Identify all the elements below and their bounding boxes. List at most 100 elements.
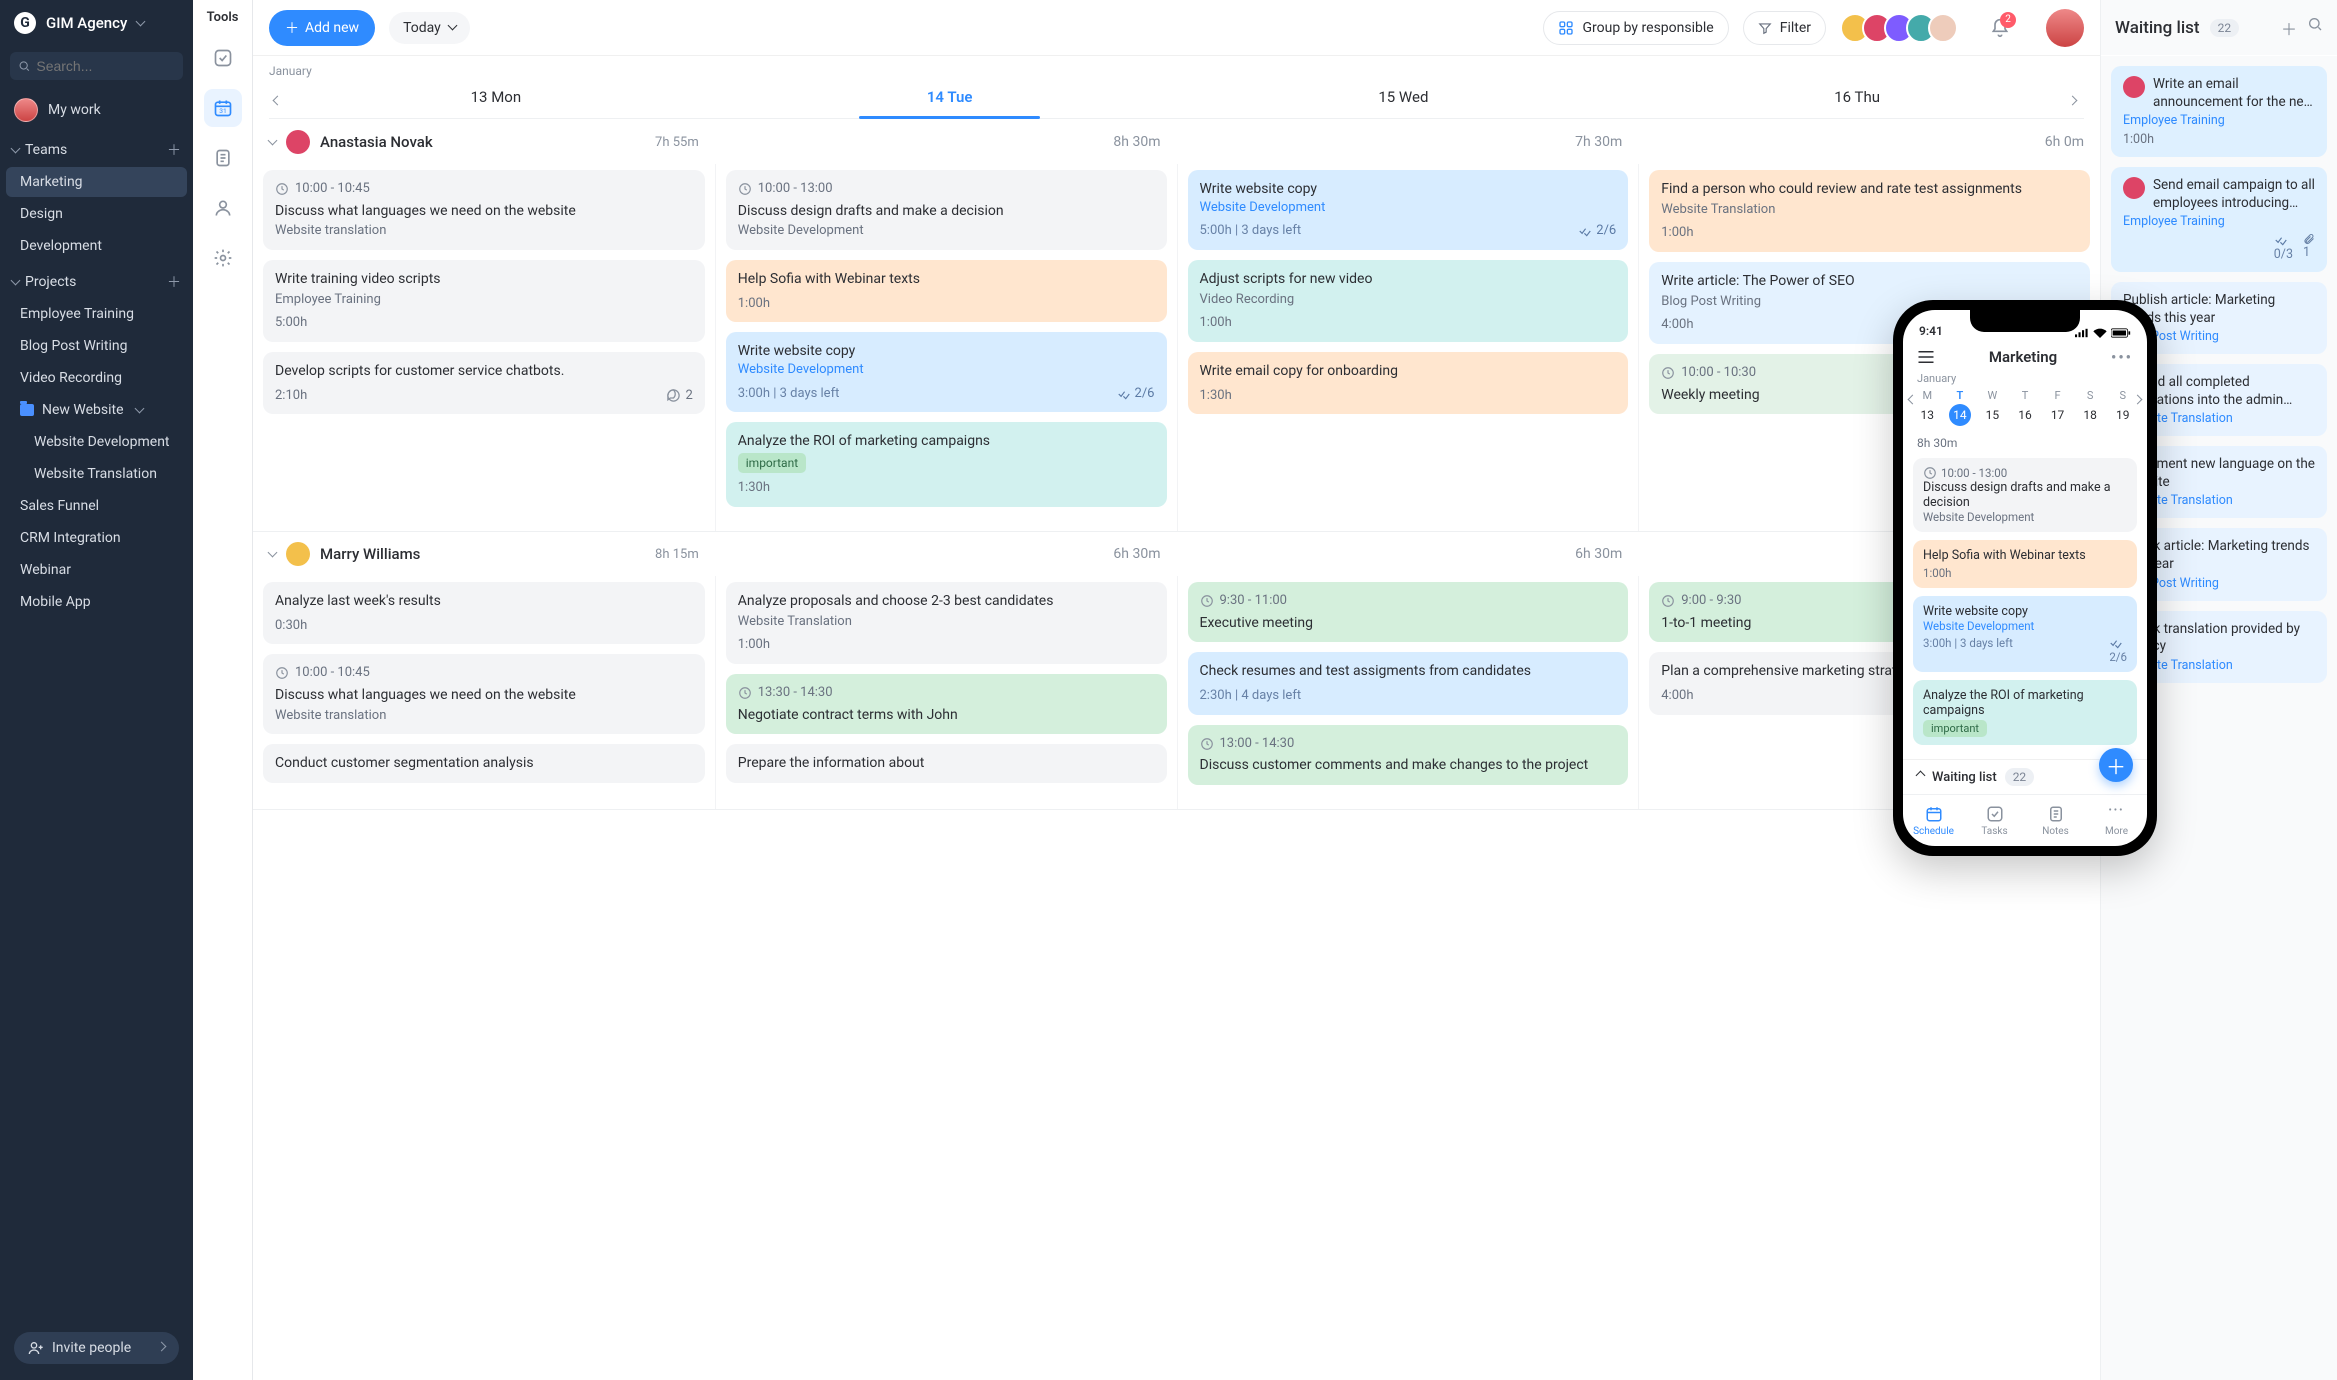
more-icon[interactable]: ••• — [2111, 348, 2133, 366]
today-button[interactable]: Today — [389, 12, 470, 44]
task-card[interactable]: 10:00 - 10:45Discuss what languages we n… — [263, 170, 705, 250]
mobile-waiting-count: 22 — [2005, 768, 2035, 786]
day-15[interactable]: 15 Wed — [1177, 80, 1631, 118]
mobile-tab-more[interactable]: •••More — [2086, 795, 2147, 846]
project-webinar[interactable]: Webinar — [6, 555, 187, 585]
team-marketing[interactable]: Marketing — [6, 167, 187, 197]
project-crm-integration[interactable]: CRM Integration — [6, 523, 187, 553]
signal-icon — [2075, 328, 2089, 338]
task-card[interactable]: 9:30 - 11:00Executive meeting — [1188, 582, 1629, 642]
profile-avatar[interactable] — [2046, 9, 2084, 47]
project-mobile-app[interactable]: Mobile App — [6, 587, 187, 617]
waiting-card[interactable]: Write an email announcement for the ne…E… — [2111, 66, 2327, 157]
tab-icon — [2047, 805, 2065, 823]
day-14[interactable]: 14 Tue — [723, 80, 1177, 118]
task-card[interactable]: Help Sofia with Webinar texts1:00h — [726, 260, 1167, 322]
teams-section-toggle[interactable]: Teams ＋ — [0, 130, 193, 166]
person-name: Marry Williams — [320, 545, 420, 563]
task-card[interactable]: 13:00 - 14:30Discuss customer comments a… — [1188, 725, 1629, 785]
status-icons — [2075, 328, 2131, 338]
project-new-website[interactable]: New Website — [6, 395, 187, 425]
workspace-switcher[interactable]: G GIM Agency — [0, 0, 193, 46]
next-week-button[interactable] — [2060, 88, 2084, 112]
task-card[interactable]: 10:00 - 10:45Discuss what languages we n… — [263, 654, 705, 734]
project-website-development[interactable]: Website Development — [6, 427, 187, 457]
day-number[interactable]: 16 — [2009, 408, 2042, 422]
task-card[interactable]: Analyze last week's results0:30h — [263, 582, 705, 644]
search-input[interactable] — [36, 58, 175, 74]
tool-notes[interactable] — [204, 139, 242, 177]
team-design[interactable]: Design — [6, 199, 187, 229]
project-sales-funnel[interactable]: Sales Funnel — [6, 491, 187, 521]
search-icon[interactable] — [2307, 16, 2323, 32]
add-project-button[interactable]: ＋ — [167, 272, 181, 292]
tool-calendar[interactable]: 31 — [204, 89, 242, 127]
notifications-button[interactable]: 2 — [1980, 8, 2020, 48]
day-duration: 6h 30m — [715, 532, 1177, 576]
task-card[interactable]: Find a person who could review and rate … — [1649, 170, 2090, 252]
day-number[interactable]: 14 — [1949, 404, 1971, 426]
tab-icon — [1925, 805, 1943, 823]
members-avatars[interactable] — [1840, 13, 1958, 43]
invite-people-button[interactable]: Invite people — [14, 1332, 179, 1364]
project-website-translation[interactable]: Website Translation — [6, 459, 187, 489]
day-number[interactable]: 18 — [2074, 408, 2107, 422]
group-by-button[interactable]: Group by responsible — [1543, 11, 1728, 45]
add-new-label: Add new — [305, 20, 359, 36]
day-label: W — [1976, 389, 2009, 402]
next-icon[interactable] — [2134, 394, 2141, 408]
mobile-task-card[interactable]: 10:00 - 13:00Discuss design drafts and m… — [1913, 458, 2137, 532]
search-input-wrapper[interactable] — [10, 52, 183, 80]
filter-icon — [1758, 21, 1772, 35]
task-card[interactable]: 10:00 - 13:00Discuss design drafts and m… — [726, 170, 1167, 250]
task-card[interactable]: Write website copyWebsite Development5:0… — [1188, 170, 1629, 250]
projects-section-toggle[interactable]: Projects ＋ — [0, 262, 193, 298]
team-development[interactable]: Development — [6, 231, 187, 261]
mobile-task-card[interactable]: Help Sofia with Webinar texts1:00h — [1913, 540, 2137, 588]
add-waiting-button[interactable]: ＋ — [2281, 16, 2297, 40]
my-work-link[interactable]: My work — [0, 90, 193, 130]
task-card[interactable]: Check resumes and test assigments from c… — [1188, 652, 1629, 714]
task-card[interactable]: Adjust scripts for new videoVideo Record… — [1188, 260, 1629, 342]
waiting-card[interactable]: Send email campaign to all employees int… — [2111, 167, 2327, 272]
tool-tasks[interactable] — [204, 39, 242, 77]
prev-icon[interactable] — [1909, 394, 1916, 408]
tool-settings[interactable] — [204, 239, 242, 277]
task-card[interactable]: Analyze the ROI of marketing campaignsim… — [726, 422, 1167, 507]
task-card[interactable]: Develop scripts for customer service cha… — [263, 352, 705, 414]
tool-people[interactable] — [204, 189, 242, 227]
prev-week-button[interactable] — [265, 88, 289, 112]
mobile-tab-notes[interactable]: Notes — [2025, 795, 2086, 846]
avatar — [2123, 76, 2145, 98]
day-16[interactable]: 16 Thu — [1630, 80, 2084, 118]
task-card[interactable]: Conduct customer segmentation analysis — [263, 744, 705, 783]
day-number[interactable]: 13 — [1911, 408, 1944, 422]
project-blog-post-writing[interactable]: Blog Post Writing — [6, 331, 187, 361]
mobile-add-button[interactable]: ＋ — [2099, 748, 2133, 782]
avatar — [14, 98, 38, 122]
day-label: T — [2009, 389, 2042, 402]
day-number[interactable]: 19 — [2106, 408, 2139, 422]
day-13[interactable]: 13 Mon — [269, 80, 723, 118]
add-new-button[interactable]: ＋ Add new — [269, 10, 375, 46]
task-card[interactable]: Write website copyWebsite Development3:0… — [726, 332, 1167, 412]
mobile-task-card[interactable]: Analyze the ROI of marketing campaignsim… — [1913, 680, 2137, 745]
mobile-tab-schedule[interactable]: Schedule — [1903, 795, 1964, 846]
task-card[interactable]: Write training video scriptsEmployee Tra… — [263, 260, 705, 342]
day-number[interactable]: 17 — [2041, 408, 2074, 422]
collapse-icon[interactable] — [269, 547, 276, 562]
notification-badge: 2 — [2000, 12, 2016, 28]
project-employee-training[interactable]: Employee Training — [6, 299, 187, 329]
task-card[interactable]: 13:30 - 14:30Negotiate contract terms wi… — [726, 674, 1167, 734]
mobile-tab-tasks[interactable]: Tasks — [1964, 795, 2025, 846]
mobile-task-card[interactable]: Write website copyWebsite Development3:0… — [1913, 596, 2137, 672]
filter-button[interactable]: Filter — [1743, 11, 1826, 45]
add-team-button[interactable]: ＋ — [167, 140, 181, 160]
collapse-icon[interactable] — [269, 135, 276, 150]
task-card[interactable]: Analyze proposals and choose 2-3 best ca… — [726, 582, 1167, 664]
project-video-recording[interactable]: Video Recording — [6, 363, 187, 393]
day-number[interactable]: 15 — [1976, 408, 2009, 422]
menu-icon[interactable] — [1917, 350, 1935, 364]
task-card[interactable]: Prepare the information about — [726, 744, 1167, 783]
task-card[interactable]: Write email copy for onboarding1:30h — [1188, 352, 1629, 414]
